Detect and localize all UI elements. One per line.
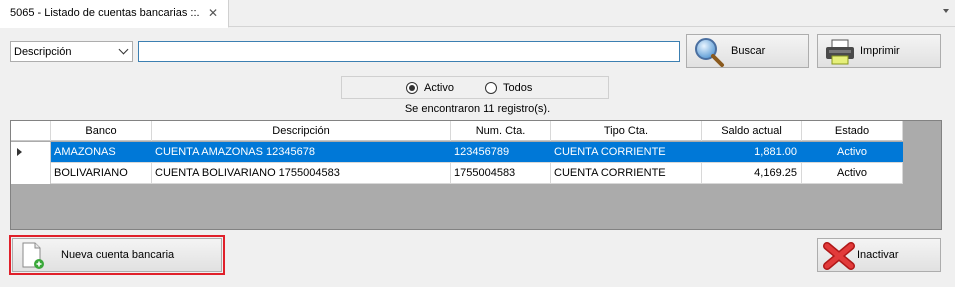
table-row[interactable]: AMAZONAS CUENTA AMAZONAS 12345678 123456… <box>11 142 903 163</box>
search-input[interactable] <box>138 41 680 62</box>
radio-activo-label: Activo <box>424 82 454 94</box>
magnifier-icon <box>695 38 724 67</box>
imprimir-button[interactable]: Imprimir <box>817 34 941 68</box>
nueva-cuenta-button[interactable]: Nueva cuenta bancaria <box>12 238 222 272</box>
cell-tipo-cta[interactable]: CUENTA CORRIENTE <box>551 163 702 183</box>
column-header-num-cta[interactable]: Num. Cta. <box>451 121 551 141</box>
cell-num-cta[interactable]: 1755004583 <box>451 163 551 183</box>
cell-descripcion[interactable]: CUENTA BOLIVARIANO 1755004583 <box>152 163 451 183</box>
cell-tipo-cta[interactable]: CUENTA CORRIENTE <box>551 142 702 162</box>
imprimir-label: Imprimir <box>860 45 900 57</box>
row-header[interactable] <box>11 163 51 184</box>
nueva-cuenta-label: Nueva cuenta bancaria <box>61 249 175 261</box>
tab-title: 5065 - Listado de cuentas bancarias ::. <box>10 7 200 19</box>
new-document-icon <box>22 242 44 269</box>
buscar-button[interactable]: Buscar <box>686 34 809 68</box>
cell-estado[interactable]: Activo <box>802 142 903 162</box>
cell-saldo-actual[interactable]: 1,881.00 <box>702 142 802 162</box>
cell-saldo-actual[interactable]: 4,169.25 <box>702 163 802 183</box>
buscar-label: Buscar <box>731 45 766 57</box>
column-header-banco[interactable]: Banco <box>51 121 152 141</box>
close-icon[interactable]: ✕ <box>208 6 218 20</box>
inactivar-button[interactable]: Inactivar <box>817 238 941 272</box>
tab-listado-cuentas[interactable]: 5065 - Listado de cuentas bancarias ::. … <box>0 0 229 28</box>
tab-strip: 5065 - Listado de cuentas bancarias ::. … <box>0 0 955 28</box>
search-field-select[interactable]: Descripción <box>10 41 133 62</box>
search-field-value: Descripción <box>14 46 72 58</box>
printer-icon <box>826 39 854 65</box>
chevron-down-icon <box>118 44 129 55</box>
column-header-estado[interactable]: Estado <box>802 121 903 141</box>
status-filter-group: Activo Todos <box>341 76 609 99</box>
inactivar-label: Inactivar <box>857 249 899 261</box>
cell-estado[interactable]: Activo <box>802 163 903 183</box>
column-header-saldo-actual[interactable]: Saldo actual <box>702 121 802 141</box>
red-x-icon <box>823 242 855 270</box>
table-row[interactable]: BOLIVARIANO CUENTA BOLIVARIANO 175500458… <box>11 163 903 184</box>
radio-todos-label: Todos <box>503 82 533 94</box>
result-count: Se encontraron 11 registro(s). <box>404 103 551 115</box>
radio-todos[interactable] <box>485 82 497 94</box>
cell-num-cta[interactable]: 123456789 <box>451 142 551 162</box>
radio-activo[interactable] <box>406 82 418 94</box>
row-header-corner <box>11 121 51 141</box>
accounts-grid[interactable]: Banco Descripción Num. Cta. Tipo Cta. Sa… <box>10 120 942 230</box>
cell-banco[interactable]: BOLIVARIANO <box>51 163 152 183</box>
column-header-descripcion[interactable]: Descripción <box>152 121 451 141</box>
grid-header: Banco Descripción Num. Cta. Tipo Cta. Sa… <box>11 121 903 141</box>
current-row-arrow-icon <box>17 148 22 156</box>
column-header-tipo-cta[interactable]: Tipo Cta. <box>551 121 702 141</box>
cell-banco[interactable]: AMAZONAS <box>51 142 152 162</box>
cell-descripcion[interactable]: CUENTA AMAZONAS 12345678 <box>152 142 451 162</box>
tab-menu-chevron-icon[interactable] <box>943 9 949 13</box>
row-header[interactable] <box>11 142 51 163</box>
